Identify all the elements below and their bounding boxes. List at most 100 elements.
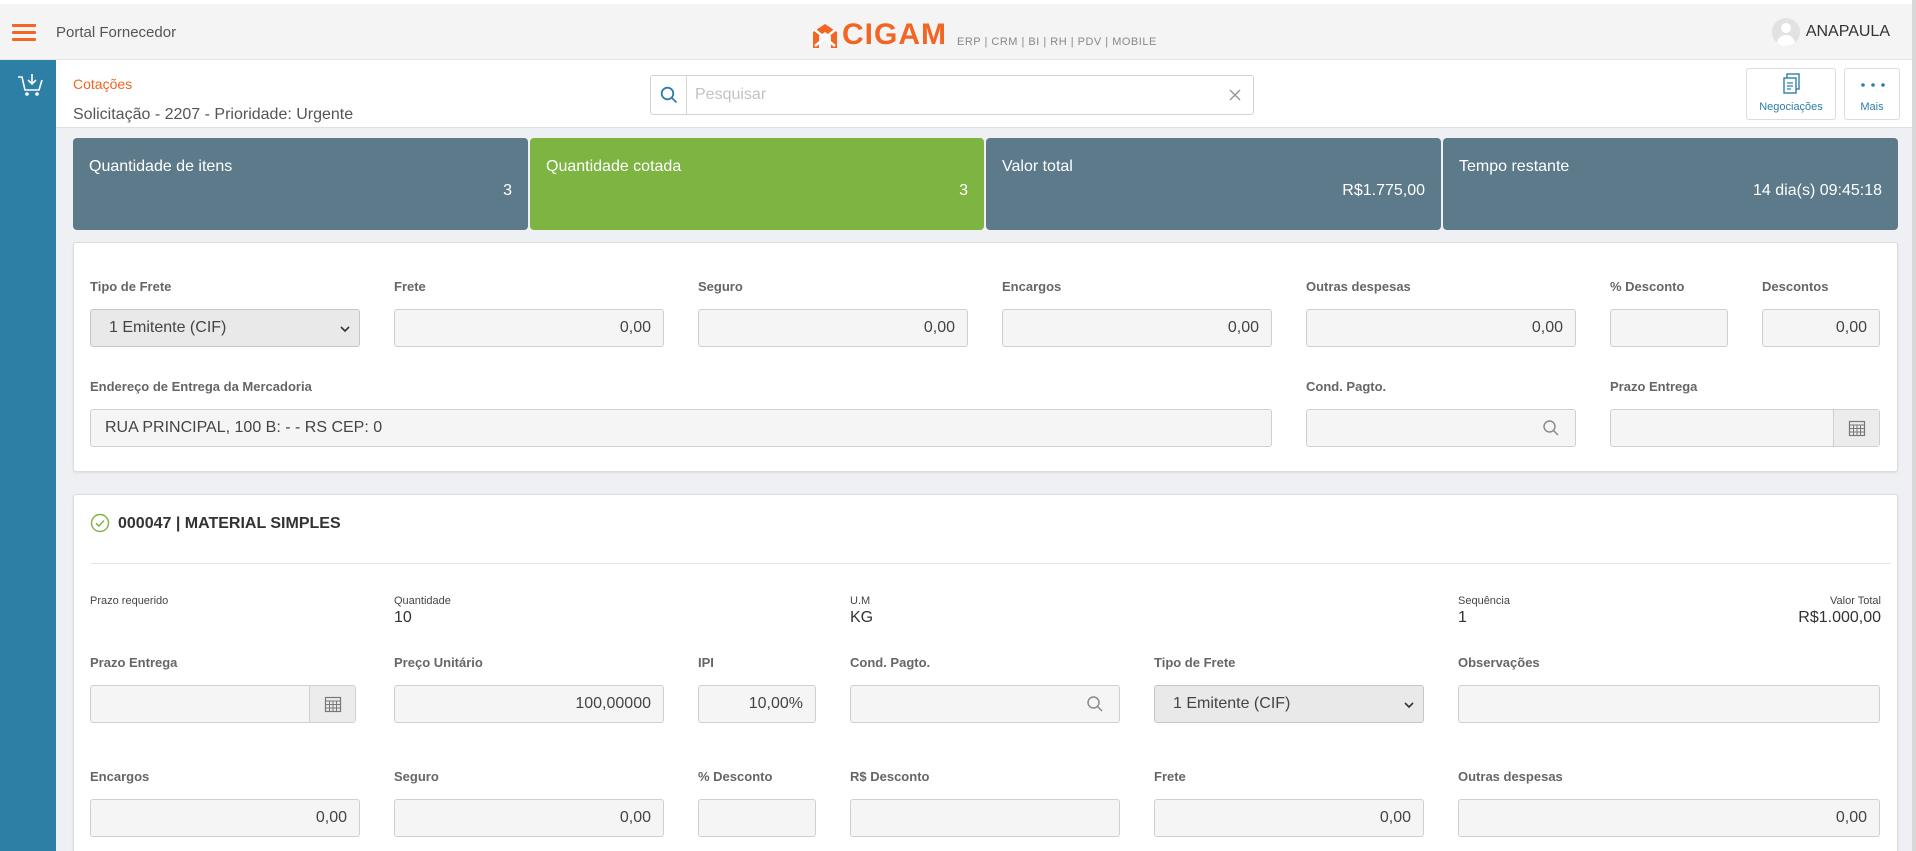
label-rs-desconto: R$ Desconto xyxy=(850,769,930,784)
label-item-encargos: Encargos xyxy=(90,769,150,784)
search-button[interactable] xyxy=(651,76,687,114)
label-descontos: Descontos xyxy=(1762,279,1829,294)
label-item-pct-desconto: % Desconto xyxy=(698,769,773,784)
calendar-icon xyxy=(1848,420,1865,437)
clear-search-icon[interactable] xyxy=(1225,85,1245,105)
item-cond-pagto-input[interactable] xyxy=(850,685,1120,723)
tipo-frete-value: 1 Emitente (CIF) xyxy=(109,319,227,336)
stat-value: R$1.775,00 xyxy=(1342,182,1425,199)
item-divider xyxy=(91,563,1891,564)
top-header: Portal Fornecedor CIGAM ERP | CRM | BI |… xyxy=(0,4,1912,60)
item-prazo-entrega-input[interactable] xyxy=(90,685,356,723)
label-endereco: Endereço de Entrega da Mercadoria xyxy=(90,379,312,394)
stat-value: 14 dia(s) 09:45:18 xyxy=(1753,182,1882,199)
chevron-down-icon xyxy=(1404,702,1414,709)
breadcrumb-cotacoes[interactable]: Cotações xyxy=(73,76,132,92)
stat-title: Quantidade de itens xyxy=(89,158,233,175)
item-tipo-frete-value: 1 Emitente (CIF) xyxy=(1173,695,1291,712)
descontos-input[interactable]: 0,00 xyxy=(1762,309,1880,347)
label-prazo-entrega: Prazo Entrega xyxy=(1610,379,1698,394)
cigam-logo: CIGAM ERP | CRM | BI | RH | PDV | MOBILE xyxy=(812,16,1157,50)
pct-desconto-input[interactable] xyxy=(1610,309,1728,347)
mais-button[interactable]: Mais xyxy=(1844,68,1900,120)
negociacoes-button[interactable]: Negociações xyxy=(1746,68,1836,120)
label-item-cond-pagto: Cond. Pagto. xyxy=(850,655,931,670)
label-item-prazo-entrega: Prazo Entrega xyxy=(90,655,178,670)
sidebar xyxy=(0,60,56,851)
chevron-down-icon xyxy=(340,326,350,333)
prazo-entrega-calendar-button[interactable] xyxy=(1833,410,1879,446)
frete-input[interactable]: 0,00 xyxy=(394,309,664,347)
item-outras-despesas-input[interactable]: 0,00 xyxy=(1458,799,1880,837)
label-encargos: Encargos xyxy=(1002,279,1062,294)
label-pct-desconto: % Desconto xyxy=(1610,279,1685,294)
preco-unitario-input[interactable]: 100,00000 xyxy=(394,685,664,723)
page-subtitle: Solicitação - 2207 - Prioridade: Urgente xyxy=(73,106,354,123)
check-circle-icon xyxy=(90,513,110,533)
negotiation-document-icon xyxy=(1783,73,1800,94)
label-tipo-frete: Tipo de Frete xyxy=(90,279,172,294)
item-frete-input[interactable]: 0,00 xyxy=(1154,799,1424,837)
label-frete: Frete xyxy=(394,279,426,294)
um-value: KG xyxy=(850,609,874,626)
tipo-frete-select[interactable]: 1 Emitente (CIF) xyxy=(90,309,360,347)
cart-download-icon[interactable] xyxy=(17,72,43,98)
stat-card-quantidade-cotada: Quantidade cotada 3 xyxy=(530,138,984,230)
item-panel: 000047 | MATERIAL SIMPLES Prazo requerid… xyxy=(73,494,1898,851)
cigam-logo-icon xyxy=(813,24,837,48)
item-prazo-entrega-calendar-button[interactable] xyxy=(309,686,355,722)
label-seguro: Seguro xyxy=(698,279,743,294)
main-content: Cotações Solicitação - 2207 - Prioridade… xyxy=(56,60,1912,851)
seguro-input[interactable]: 0,00 xyxy=(698,309,968,347)
stat-title: Quantidade cotada xyxy=(546,158,682,175)
window-scrollbar[interactable] xyxy=(1912,0,1916,851)
stat-title: Tempo restante xyxy=(1459,158,1570,175)
label-cond-pagto: Cond. Pagto. xyxy=(1306,379,1387,394)
label-valor-total: Valor Total xyxy=(1830,595,1881,607)
stat-value: 3 xyxy=(503,182,512,199)
logo-text: CIGAM xyxy=(842,18,947,51)
label-ipi: IPI xyxy=(698,655,714,670)
item-tipo-frete-select[interactable]: 1 Emitente (CIF) xyxy=(1154,685,1424,723)
sequencia-value: 1 xyxy=(1458,609,1467,626)
prazo-entrega-input[interactable] xyxy=(1610,409,1880,447)
more-dots-icon xyxy=(1861,83,1885,87)
stat-card-tempo-restante: Tempo restante 14 dia(s) 09:45:18 xyxy=(1443,138,1898,230)
search-icon xyxy=(1087,696,1103,712)
quantidade-value: 10 xyxy=(394,609,412,626)
endereco-input[interactable]: RUA PRINCIPAL, 100 B: - - RS CEP: 0 xyxy=(90,409,1272,447)
cond-pagto-input[interactable] xyxy=(1306,409,1576,447)
cond-pagto-search-button[interactable] xyxy=(1527,410,1575,446)
stat-value: 3 xyxy=(959,182,968,199)
search-input[interactable] xyxy=(695,84,1215,106)
stat-card-valor-total: Valor total R$1.775,00 xyxy=(986,138,1441,230)
item-seguro-input[interactable]: 0,00 xyxy=(394,799,664,837)
sub-header: Cotações Solicitação - 2207 - Prioridade… xyxy=(56,60,1912,128)
logo-tagline: ERP | CRM | BI | RH | PDV | MOBILE xyxy=(957,36,1157,48)
stat-card-quantidade-itens: Quantidade de itens 3 xyxy=(73,138,528,230)
item-cond-pagto-search-button[interactable] xyxy=(1071,686,1119,722)
item-pct-desconto-input[interactable] xyxy=(698,799,816,837)
search-box xyxy=(650,75,1254,115)
label-observacoes: Observações xyxy=(1458,655,1540,670)
label-preco-unitario: Preço Unitário xyxy=(394,655,483,670)
stat-title: Valor total xyxy=(1002,158,1073,175)
ipi-input[interactable]: 10,00% xyxy=(698,685,816,723)
label-sequencia: Sequência xyxy=(1458,595,1510,607)
user-menu[interactable]: ANAPAULA xyxy=(1771,18,1890,46)
freight-panel: Tipo de Frete Frete Seguro Encargos Outr… xyxy=(73,242,1898,472)
label-um: U.M xyxy=(850,595,871,607)
valor-total-value: R$1.000,00 xyxy=(1798,609,1881,626)
observacoes-input[interactable] xyxy=(1458,685,1880,723)
app-frame: Portal Fornecedor CIGAM ERP | CRM | BI |… xyxy=(0,0,1916,851)
item-encargos-input[interactable]: 0,00 xyxy=(90,799,360,837)
outras-despesas-input[interactable]: 0,00 xyxy=(1306,309,1576,347)
negociacoes-label: Negociações xyxy=(1759,101,1823,113)
menu-hamburger-icon[interactable] xyxy=(12,24,36,42)
user-avatar-icon xyxy=(1771,18,1800,46)
rs-desconto-input[interactable] xyxy=(850,799,1120,837)
search-icon xyxy=(1543,420,1559,436)
encargos-input[interactable]: 0,00 xyxy=(1002,309,1272,347)
search-icon xyxy=(660,86,677,104)
calendar-icon xyxy=(324,696,341,713)
